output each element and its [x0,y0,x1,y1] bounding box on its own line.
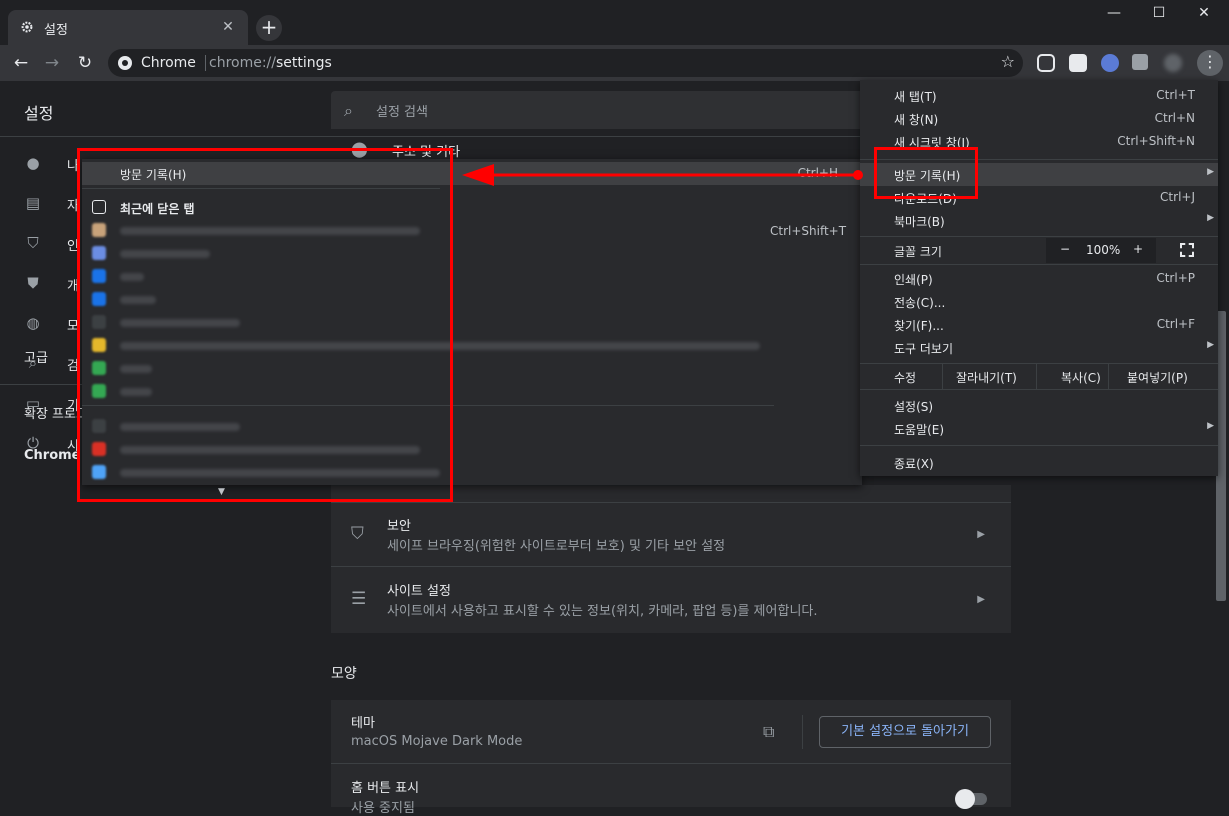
arrow-head [462,164,494,186]
arrow-tail-dot [853,170,863,180]
annotation-arrow [462,164,863,186]
